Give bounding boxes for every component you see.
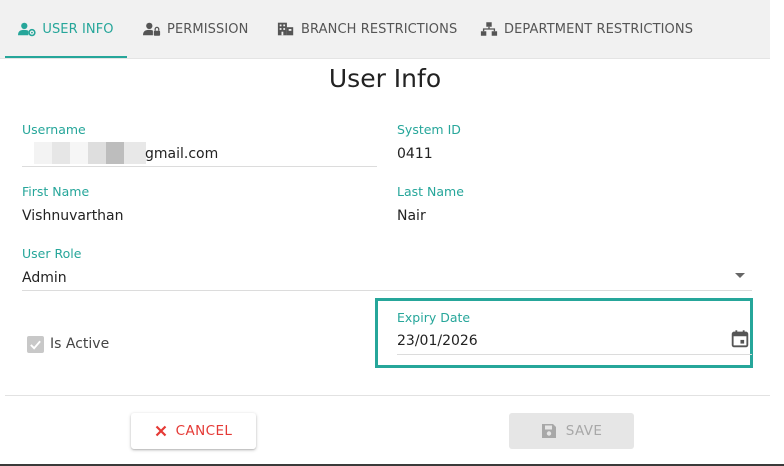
user-role-underline (22, 290, 752, 291)
tab-bar: USER INFO PERMISSION BRANCH RESTRICTIONS (0, 0, 770, 59)
sitemap-icon (480, 22, 498, 36)
is-active-checkbox[interactable] (27, 336, 44, 353)
redacted-username-mask (34, 142, 146, 164)
expiry-date-underline (397, 354, 752, 355)
last-name-value: Nair (397, 208, 426, 224)
tab-user-info[interactable]: USER INFO (5, 0, 127, 58)
page-edge (770, 0, 784, 466)
cancel-label: CANCEL (175, 423, 233, 439)
footer-divider (5, 395, 770, 396)
user-gear-icon (18, 22, 36, 37)
first-name-value: Vishnuvarthan (22, 208, 124, 224)
building-icon (277, 22, 294, 36)
tab-label: USER INFO (42, 21, 114, 37)
user-role-label: User Role (22, 246, 82, 261)
tab-permission[interactable]: PERMISSION (143, 0, 248, 58)
save-button[interactable]: SAVE (509, 413, 634, 449)
calendar-icon[interactable] (729, 328, 751, 350)
system-id-label: System ID (397, 122, 461, 137)
is-active-label: Is Active (50, 336, 110, 352)
close-icon (155, 425, 166, 437)
save-label: SAVE (565, 423, 603, 439)
first-name-label: First Name (22, 184, 90, 199)
tab-branch-restrictions[interactable]: BRANCH RESTRICTIONS (277, 0, 457, 58)
user-lock-icon (143, 22, 161, 36)
expiry-date-input[interactable]: 23/01/2026 (397, 333, 478, 349)
checkmark-icon (30, 340, 41, 350)
system-id-value: 0411 (397, 146, 433, 162)
user-role-select[interactable]: Admin (22, 270, 67, 286)
cancel-button[interactable]: CANCEL (131, 413, 256, 449)
save-icon (541, 424, 556, 438)
tab-label: BRANCH RESTRICTIONS (301, 21, 458, 37)
last-name-label: Last Name (397, 184, 464, 199)
chevron-down-icon[interactable] (735, 273, 745, 278)
tab-label: PERMISSION (167, 21, 249, 37)
username-label: Username (22, 122, 86, 137)
tab-department-restrictions[interactable]: DEPARTMENT RESTRICTIONS (480, 0, 693, 58)
username-field[interactable]: gmail.com (145, 146, 218, 162)
expiry-date-label: Expiry Date (397, 310, 471, 325)
page-title: User Info (328, 64, 442, 93)
username-underline (22, 166, 377, 167)
tab-label: DEPARTMENT RESTRICTIONS (504, 21, 694, 37)
